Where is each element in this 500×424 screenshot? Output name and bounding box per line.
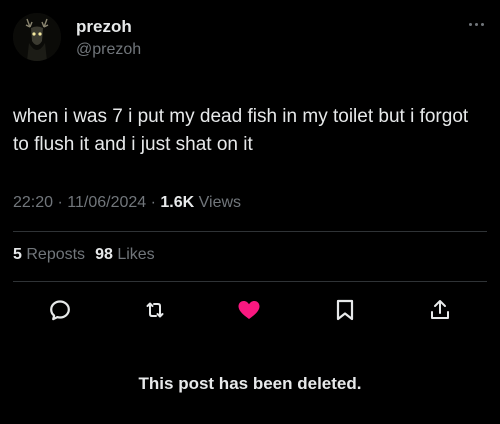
tweet-date[interactable]: 11/06/2024	[67, 194, 146, 211]
separator-dot: ·	[57, 194, 68, 211]
share-button[interactable]	[425, 295, 455, 325]
share-icon	[431, 300, 449, 319]
divider	[13, 231, 487, 232]
engagement-stats: 5 Reposts 98 Likes	[13, 246, 155, 264]
reply-button[interactable]	[45, 295, 75, 325]
like-icon	[238, 301, 260, 319]
more-options-icon[interactable]	[466, 18, 486, 30]
tweet-text: when i was 7 i put my dead fish in my to…	[13, 106, 469, 155]
likes-stat[interactable]: 98 Likes	[95, 246, 155, 263]
display-name[interactable]: prezoh	[76, 17, 132, 37]
repost-button[interactable]	[140, 295, 170, 325]
bookmark-icon	[336, 299, 354, 321]
divider	[13, 281, 487, 282]
reposts-label: Reposts	[26, 246, 86, 263]
repost-icon	[146, 302, 164, 318]
action-bar	[0, 295, 500, 325]
separator-dot: ·	[150, 194, 161, 211]
bookmark-button[interactable]	[330, 295, 360, 325]
like-button[interactable]	[234, 295, 264, 325]
likes-label: Likes	[117, 246, 155, 263]
likes-count: 98	[95, 246, 113, 263]
tweet-meta: 22:20 · 11/06/2024 · 1.6K Views	[13, 194, 241, 212]
deer-skull-avatar-image	[13, 13, 61, 61]
avatar[interactable]	[13, 13, 61, 61]
views-count: 1.6K	[160, 194, 195, 211]
views-label: Views	[198, 194, 242, 211]
reply-icon	[50, 300, 70, 321]
user-handle[interactable]: @prezoh	[76, 41, 141, 59]
reposts-stat[interactable]: 5 Reposts	[13, 246, 85, 263]
reposts-count: 5	[13, 246, 22, 263]
deleted-notice: This post has been deleted.	[138, 374, 362, 393]
tweet-time[interactable]: 22:20	[13, 194, 53, 211]
